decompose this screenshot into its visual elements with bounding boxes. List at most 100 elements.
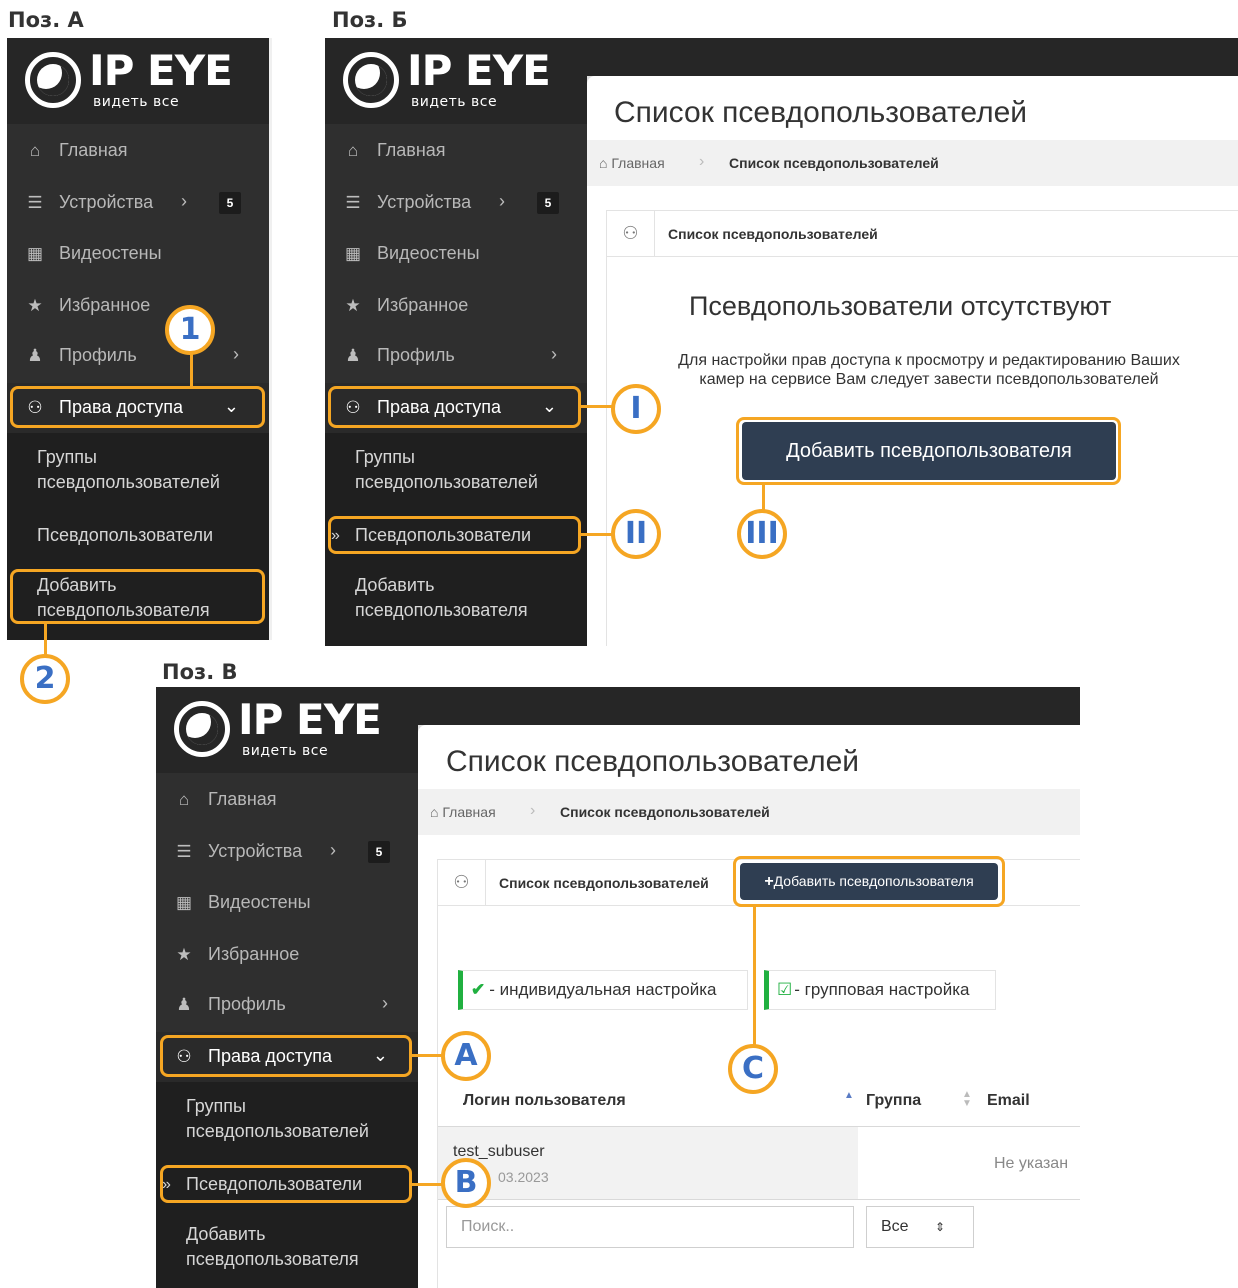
filter-select[interactable]: Все ⇕ bbox=[866, 1206, 974, 1248]
sub-groups-label: Группы псевдопользователей bbox=[37, 447, 220, 492]
star-icon: ★ bbox=[176, 945, 192, 964]
nav-videowalls[interactable]: ▦ Видеостены bbox=[325, 229, 587, 279]
nav-videowalls[interactable]: ▦ Видеостены bbox=[7, 229, 269, 279]
sub-groups-label: Группы псевдопользователей bbox=[355, 447, 538, 492]
breadcrumb-home[interactable]: ⌂ Главная bbox=[599, 155, 665, 171]
nav-devices[interactable]: ☰ Устройства › 5 bbox=[156, 827, 418, 877]
row-email: Не указан bbox=[994, 1155, 1069, 1172]
highlight-access-b bbox=[328, 386, 581, 428]
star-icon: ★ bbox=[345, 296, 361, 315]
nav-videowalls[interactable]: ▦ Видеостены bbox=[156, 878, 418, 928]
connector-III bbox=[762, 485, 765, 511]
page-title: Список псевдопользователей bbox=[614, 96, 1028, 129]
sort-both-icon[interactable]: ▲ ▼ bbox=[962, 1090, 972, 1109]
chevron-right-icon: › bbox=[551, 344, 557, 364]
box-header: ⚇ Список псевдопользователей bbox=[607, 211, 1238, 257]
logo-eye-icon bbox=[343, 52, 399, 108]
nav-devices-label: Устройства bbox=[208, 841, 303, 861]
breadcrumb-home-label: Главная bbox=[442, 804, 496, 820]
list-icon: ☰ bbox=[345, 193, 361, 212]
highlight-access-c bbox=[160, 1035, 412, 1077]
user-icon: ♟ bbox=[345, 346, 361, 365]
grid-icon: ▦ bbox=[344, 244, 362, 263]
highlight-add-a bbox=[10, 569, 265, 624]
home-icon: ⌂ bbox=[347, 141, 359, 160]
nav-profile[interactable]: ♟ Профиль › bbox=[156, 980, 418, 1030]
sub-groups[interactable]: Группы псевдопользователей bbox=[156, 1094, 418, 1146]
highlight-add-button-c bbox=[733, 856, 1005, 907]
content-card: Список псевдопользователей ⌂ Главная › С… bbox=[587, 76, 1238, 646]
nav-home[interactable]: ⌂ Главная bbox=[325, 126, 587, 176]
nav-favorites-label: Избранное bbox=[377, 295, 469, 315]
breadcrumb-home[interactable]: ⌂ Главная bbox=[430, 804, 496, 820]
user-icon: ♟ bbox=[176, 995, 192, 1014]
column-email[interactable]: Email bbox=[987, 1092, 1030, 1110]
legend-group: ☑ - групповая настройка bbox=[764, 970, 996, 1010]
sub-pseudo[interactable]: Псевдопользователи bbox=[7, 523, 269, 548]
sidebar: IP EYE видеть все ⌂ Главная ☰ Устройства ›… bbox=[325, 38, 587, 646]
sub-groups[interactable]: Группы псевдопользователей bbox=[325, 445, 587, 497]
box-title: Список псевдопользователей bbox=[668, 226, 878, 242]
empty-state-text-line-1: Для настройки прав доступа к просмотру и… bbox=[678, 352, 1180, 369]
nav-profile[interactable]: ♟ Профиль › bbox=[7, 331, 269, 381]
sub-groups-label: Группы псевдопользователей bbox=[186, 1096, 369, 1141]
position-label-c: Поз. В bbox=[162, 660, 238, 684]
table-row[interactable]: test_subuser 03.2023 Не указан bbox=[438, 1126, 1080, 1200]
sub-groups[interactable]: Группы псевдопользователей bbox=[7, 445, 269, 497]
connector-C bbox=[753, 907, 756, 1047]
search-input[interactable]: Поиск.. bbox=[446, 1206, 854, 1248]
logo-eye-icon bbox=[174, 701, 230, 757]
empty-state-text-line-2: камер на сервисе Вам следует завести псе… bbox=[699, 371, 1159, 388]
content-card: Список псевдопользователей ⌂ Главная › С… bbox=[418, 725, 1080, 1288]
legend-group-label: - групповая настройка bbox=[794, 980, 970, 999]
list-icon: ☰ bbox=[176, 842, 192, 861]
logo-brand: IP EYE bbox=[89, 46, 233, 95]
highlight-pseudo-c bbox=[160, 1165, 412, 1203]
breadcrumb: ⌂ Главная › Список псевдопользователей bbox=[418, 789, 1080, 835]
column-login[interactable]: Логин пользователя bbox=[463, 1092, 626, 1110]
nav-favorites[interactable]: ★ Избранное bbox=[325, 281, 587, 331]
connector-B bbox=[412, 1183, 444, 1186]
marker-III: III bbox=[737, 509, 787, 559]
nav-profile[interactable]: ♟ Профиль › bbox=[325, 331, 587, 381]
nav-home[interactable]: ⌂ Главная bbox=[156, 775, 418, 825]
column-group[interactable]: Группа bbox=[866, 1092, 921, 1110]
nav-home[interactable]: ⌂ Главная bbox=[7, 126, 269, 176]
empty-state-text: Для настройки прав доступа к просмотру и… bbox=[639, 351, 1219, 389]
nav-favorites[interactable]: ★ Избранное bbox=[7, 281, 269, 331]
devices-badge: 5 bbox=[219, 192, 241, 214]
content-area: Список псевдопользователей ⌂ Главная › С… bbox=[418, 725, 1080, 1288]
nav-devices[interactable]: ☰ Устройства › 5 bbox=[325, 178, 587, 228]
nav-devices[interactable]: ☰ Устройства › 5 bbox=[7, 178, 269, 228]
nav-home-label: Главная bbox=[208, 789, 277, 809]
nav-home-label: Главная bbox=[377, 140, 446, 160]
position-label-b: Поз. Б bbox=[332, 8, 408, 32]
devices-badge: 5 bbox=[368, 841, 390, 863]
nav-videowalls-label: Видеостены bbox=[208, 892, 311, 912]
checkbox-checked-icon: ☑ bbox=[777, 980, 793, 999]
breadcrumb-separator-icon: › bbox=[699, 153, 705, 170]
sub-add[interactable]: Добавить псевдопользователя bbox=[325, 573, 587, 625]
filter-select-value: Все bbox=[881, 1218, 909, 1235]
legend-individual-label: - индивидуальная настройка bbox=[489, 980, 717, 999]
logo: IP EYE видеть все bbox=[325, 38, 587, 124]
empty-state-title: Псевдопользователи отсутствуют bbox=[689, 291, 1112, 321]
sub-add[interactable]: Добавить псевдопользователя bbox=[156, 1222, 418, 1274]
panel-b: IP EYE видеть все ⌂ Главная ☰ Устройства ›… bbox=[325, 38, 1238, 646]
connector-A bbox=[412, 1054, 444, 1057]
list-icon: ☰ bbox=[27, 193, 43, 212]
logo-tagline: видеть все bbox=[93, 94, 180, 110]
nav-favorites[interactable]: ★ Избранное bbox=[156, 930, 418, 980]
marker-II: II bbox=[611, 509, 661, 559]
breadcrumb: ⌂ Главная › Список псевдопользователей bbox=[587, 140, 1238, 186]
select-arrows-icon: ⇕ bbox=[934, 1220, 945, 1234]
marker-A: A bbox=[441, 1031, 491, 1081]
sub-add-label: Добавить псевдопользователя bbox=[355, 575, 528, 620]
logo: IP EYE видеть все bbox=[156, 687, 418, 773]
sort-asc-icon[interactable]: ▲ bbox=[844, 1090, 854, 1101]
home-icon: ⌂ bbox=[178, 790, 190, 809]
content-area: Список псевдопользователей ⌂ Главная › С… bbox=[587, 76, 1238, 646]
highlight-pseudo-b bbox=[328, 516, 581, 554]
marker-2: 2 bbox=[20, 654, 70, 704]
logo-eye-icon bbox=[25, 52, 81, 108]
